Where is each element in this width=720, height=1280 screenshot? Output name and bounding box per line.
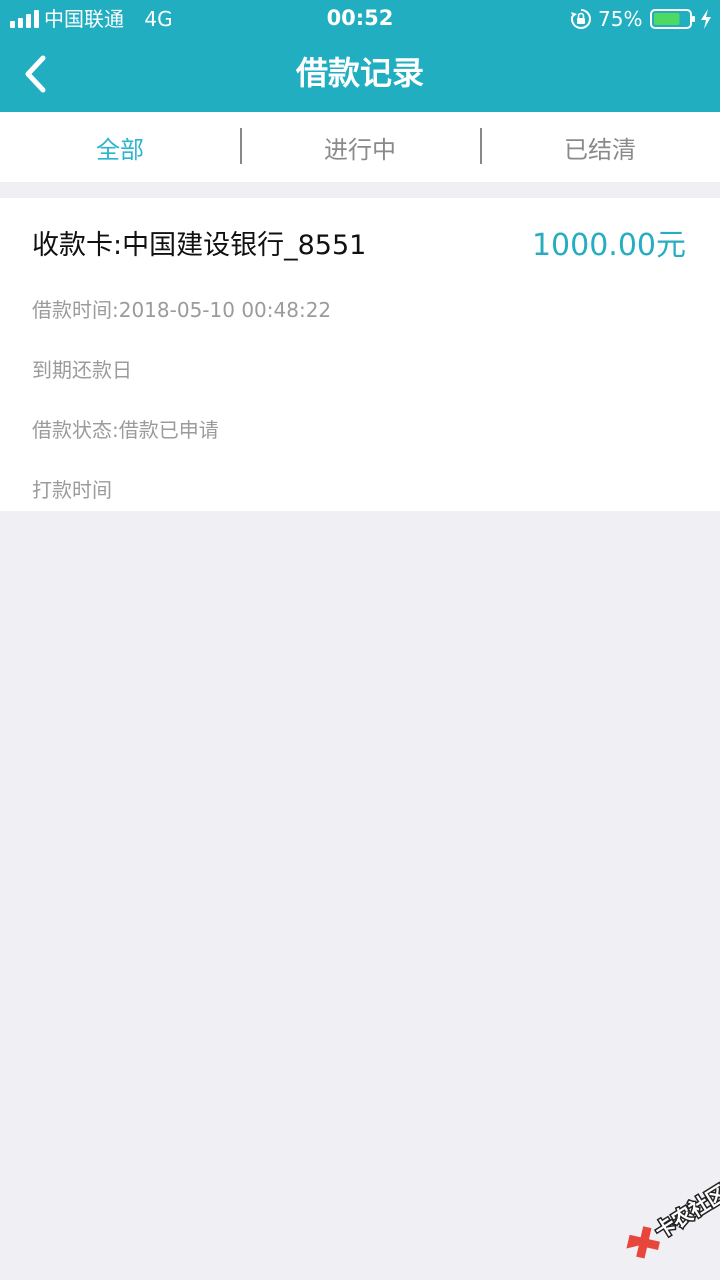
due-date: 到期还款日: [32, 358, 132, 382]
loan-amount: 1000.00元: [531, 228, 686, 263]
watermark-text: 卡农社区: [651, 1180, 720, 1243]
app-header: 中国联通 4G 00:52 75% 借款记录: [0, 0, 720, 112]
loan-status: 借款状态:借款已申请: [32, 418, 219, 442]
tab-in-progress[interactable]: 进行中: [240, 112, 480, 182]
loan-record-card[interactable]: 收款卡:中国建设银行_8551 1000.00元 借款时间:2018-05-10…: [0, 198, 720, 511]
charging-bolt-icon: [701, 9, 711, 29]
back-button[interactable]: [10, 50, 60, 98]
tab-all[interactable]: 全部: [0, 112, 240, 182]
tab-divider: [480, 128, 482, 164]
page-title: 借款记录: [295, 54, 424, 92]
kanong-watermark-logo: 卡农社区: [626, 1180, 720, 1259]
receiving-card-label: 收款卡:中国建设银行_8551: [32, 230, 367, 261]
rotation-lock-icon: [571, 9, 591, 29]
tab-settled[interactable]: 已结清: [480, 112, 720, 182]
chevron-left-icon: [25, 55, 46, 93]
payment-time: 打款时间: [32, 478, 112, 502]
loan-time: 借款时间:2018-05-10 00:48:22: [32, 298, 332, 322]
record-filter-tabs: 全部 进行中 已结清: [0, 112, 720, 182]
battery-percent: 75%: [598, 7, 643, 31]
status-bar: 中国联通 4G 00:52 75%: [0, 0, 720, 38]
battery-icon: [650, 9, 695, 29]
tab-divider: [240, 128, 242, 164]
